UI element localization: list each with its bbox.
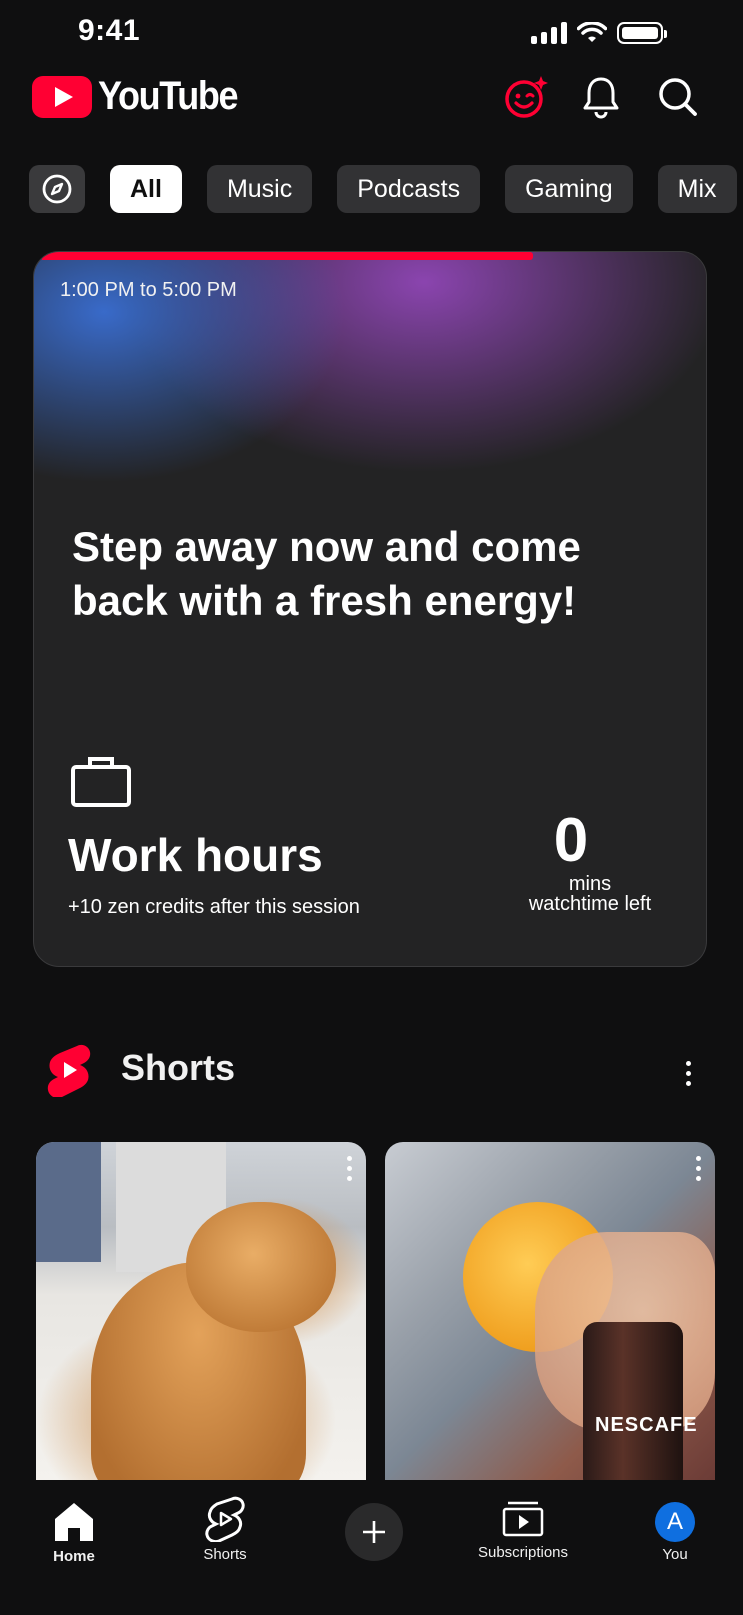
thumb-coffee-can — [583, 1322, 683, 1482]
status-time: 9:41 — [78, 14, 141, 47]
category-chips: All Music Podcasts Gaming Mix — [29, 165, 737, 213]
search-icon — [659, 78, 697, 116]
notifications-button[interactable] — [578, 74, 624, 120]
youtube-play-icon — [32, 75, 92, 118]
nav-you-label: You — [662, 1546, 688, 1563]
thumb-cat-head — [186, 1202, 336, 1332]
shorts-logo-icon — [46, 1043, 92, 1102]
chip-gaming[interactable]: Gaming — [505, 165, 633, 213]
shorts-more-icon[interactable] — [686, 1061, 691, 1086]
nav-subscriptions-label: Subscriptions — [477, 1544, 569, 1561]
briefcase-icon — [70, 754, 132, 813]
plus-icon — [363, 1521, 385, 1543]
watchtime-caption: watchtime left — [528, 893, 652, 915]
shorts-section-title: Shorts — [121, 1047, 236, 1088]
nav-shorts[interactable]: Shorts — [160, 1496, 290, 1563]
mins-unit: mins — [568, 873, 612, 895]
short-thumbnail-cat[interactable] — [36, 1142, 366, 1482]
battery-icon — [617, 22, 667, 44]
short-more-icon[interactable] — [347, 1156, 352, 1181]
create-button[interactable] — [345, 1503, 403, 1561]
nav-you[interactable]: A You — [610, 1502, 740, 1563]
status-icons — [531, 22, 667, 44]
thumb-window — [36, 1142, 101, 1262]
bell-icon — [583, 77, 619, 119]
session-time-range: 1:00 PM to 5:00 PM — [60, 279, 237, 301]
chip-all[interactable]: All — [110, 165, 182, 213]
session-progress-track — [34, 252, 706, 260]
nav-home-label: Home — [53, 1548, 95, 1565]
mode-title: Work hours — [68, 829, 323, 881]
search-button[interactable] — [655, 74, 701, 120]
watchtime-left-label: mins watchtime left — [520, 874, 660, 914]
nav-home[interactable]: Home — [9, 1500, 139, 1565]
home-icon — [55, 1503, 93, 1541]
chip-podcasts[interactable]: Podcasts — [337, 165, 481, 213]
session-progress-bar — [42, 252, 533, 260]
thumb-can-label: NESCAFE — [595, 1414, 698, 1436]
zen-session-card[interactable]: 1:00 PM to 5:00 PM Step away now and com… — [33, 251, 707, 967]
shorts-icon — [205, 1496, 245, 1542]
explore-chip[interactable] — [29, 165, 85, 213]
subscriptions-icon — [502, 1501, 544, 1537]
nav-subscriptions[interactable]: Subscriptions — [458, 1500, 588, 1561]
zen-mode-button[interactable] — [503, 74, 549, 120]
avatar: A — [655, 1502, 695, 1542]
nav-shorts-label: Shorts — [203, 1546, 247, 1563]
short-more-icon[interactable] — [696, 1156, 701, 1181]
bottom-navigation: Home Shorts Subscriptions A You — [0, 1480, 743, 1615]
smiley-sparkle-icon — [505, 76, 548, 118]
watchtime-left-value: 0 — [553, 806, 589, 875]
short-thumbnail-food[interactable]: NESCAFE — [385, 1142, 715, 1482]
chip-mix[interactable]: Mix — [657, 165, 737, 213]
signal-icon — [531, 22, 567, 44]
zen-message: Step away now and come back with a fresh… — [72, 523, 581, 624]
youtube-logo[interactable]: YouTube — [32, 74, 253, 119]
chip-music[interactable]: Music — [206, 165, 313, 213]
logo-text: YouTube — [98, 74, 239, 118]
mode-subtitle: +10 zen credits after this session — [68, 896, 360, 918]
wifi-icon — [577, 22, 607, 42]
compass-icon — [42, 174, 72, 204]
